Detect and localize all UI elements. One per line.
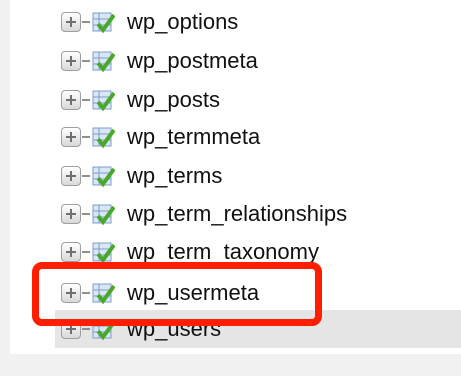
- tree-connector: [82, 175, 90, 177]
- table-row-wp-postmeta[interactable]: wp_postmeta: [55, 42, 461, 80]
- table-icon[interactable]: [91, 88, 115, 112]
- table-row-wp-options[interactable]: wp_options: [55, 3, 461, 41]
- expand-plus-icon[interactable]: [61, 319, 81, 339]
- tree-connector: [82, 292, 90, 294]
- table-icon[interactable]: [91, 317, 115, 341]
- expand-plus-icon[interactable]: [61, 12, 81, 32]
- table-name[interactable]: wp_usermeta: [127, 281, 259, 305]
- table-name[interactable]: wp_postmeta: [127, 49, 258, 73]
- expand-plus-icon[interactable]: [61, 166, 81, 186]
- tree-connector: [82, 99, 90, 101]
- table-name[interactable]: wp_posts: [127, 88, 220, 112]
- expand-plus-icon[interactable]: [61, 204, 81, 224]
- table-row-wp-usermeta[interactable]: wp_usermeta: [55, 274, 461, 312]
- table-name[interactable]: wp_users: [127, 317, 221, 341]
- tree-connector: [82, 251, 90, 253]
- tree-connector: [82, 136, 90, 138]
- tree-connector: [82, 213, 90, 215]
- database-table-tree: wp_options wp_postmeta wp_posts wp_termm…: [0, 0, 461, 360]
- table-name[interactable]: wp_options: [127, 10, 238, 34]
- table-row-wp-terms[interactable]: wp_terms: [55, 157, 461, 195]
- table-row-wp-term-taxonomy[interactable]: wp_term_taxonomy: [55, 233, 461, 271]
- table-name[interactable]: wp_terms: [127, 164, 222, 188]
- table-name[interactable]: wp_term_taxonomy: [127, 240, 319, 264]
- expand-plus-icon[interactable]: [61, 90, 81, 110]
- table-row-wp-term-relationships[interactable]: wp_term_relationships: [55, 195, 461, 233]
- table-row-wp-users[interactable]: wp_users: [55, 310, 461, 348]
- table-row-wp-termmeta[interactable]: wp_termmeta: [55, 118, 461, 156]
- table-name[interactable]: wp_term_relationships: [127, 202, 347, 226]
- table-icon[interactable]: [91, 49, 115, 73]
- table-icon[interactable]: [91, 240, 115, 264]
- tree-connector: [82, 21, 90, 23]
- expand-plus-icon[interactable]: [61, 283, 81, 303]
- table-icon[interactable]: [91, 281, 115, 305]
- expand-plus-icon[interactable]: [61, 127, 81, 147]
- table-icon[interactable]: [91, 10, 115, 34]
- table-name[interactable]: wp_termmeta: [127, 125, 260, 149]
- tree-connector: [82, 328, 90, 330]
- tree-connector: [82, 60, 90, 62]
- expand-plus-icon[interactable]: [61, 51, 81, 71]
- expand-plus-icon[interactable]: [61, 242, 81, 262]
- table-icon[interactable]: [91, 164, 115, 188]
- table-row-wp-posts[interactable]: wp_posts: [55, 81, 461, 119]
- table-icon[interactable]: [91, 125, 115, 149]
- table-icon[interactable]: [91, 202, 115, 226]
